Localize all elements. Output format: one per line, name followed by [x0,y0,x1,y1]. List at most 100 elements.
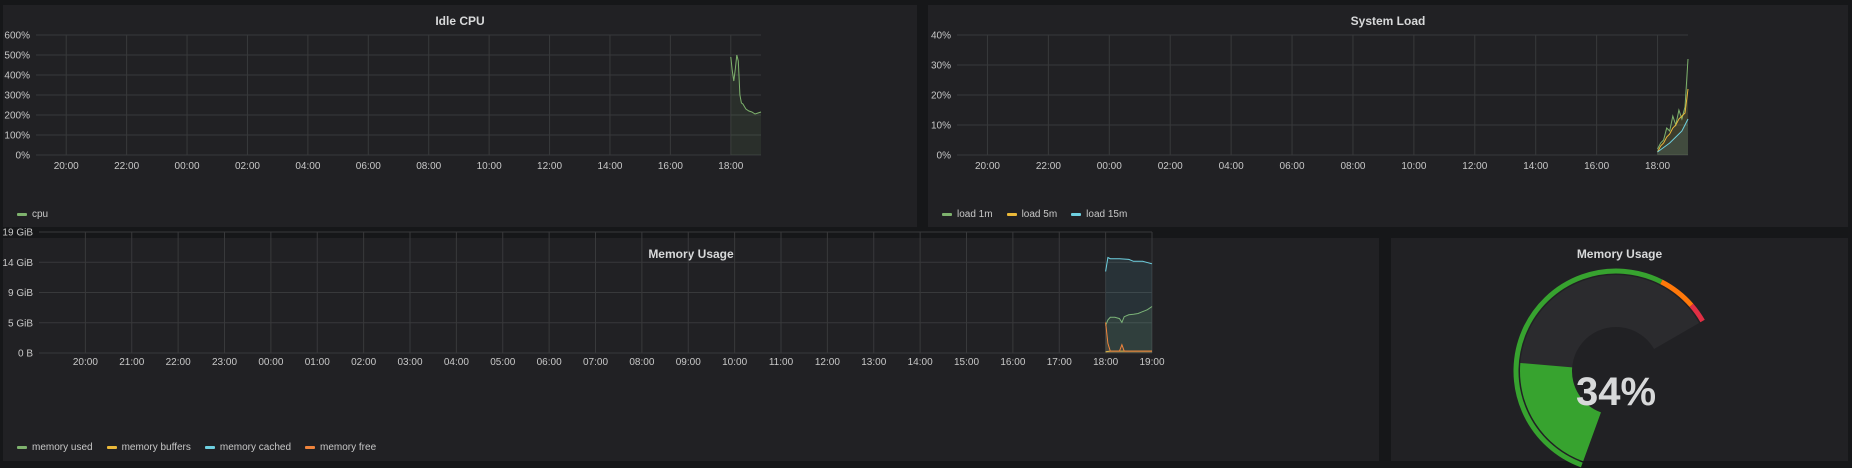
series-area [1105,257,1152,353]
legend-item[interactable]: load 15m [1071,209,1127,220]
x-tick-label: 04:00 [1219,161,1244,172]
y-tick-label: 0% [16,151,31,162]
x-tick-label: 13:00 [861,357,886,368]
x-tick-label: 09:00 [676,357,701,368]
x-tick-label: 01:00 [305,357,330,368]
idle-cpu-chart[interactable]: 0% 100% 200% 300% 400% 500% 600% 20:00 22:00 00:0… [3,5,917,227]
x-tick-label: 03:00 [397,357,422,368]
x-tick-label: 06:00 [1280,161,1305,172]
x-tick-label: 10:00 [722,357,747,368]
legend-swatch [17,446,27,449]
idle-cpu-panel: Idle CPU 0% 100% 200% 300% 400% 500% 600% 20:00… [3,5,917,227]
x-tick-label: 00:00 [175,161,200,172]
legend-label: load 5m [1021,209,1058,220]
memory-gauge-panel: Memory Usage 34% [1391,238,1848,468]
y-tick-label: 500% [4,51,30,62]
x-tick-label: 22:00 [166,357,191,368]
chart-legend: memory used memory buffers memory cached me… [17,442,376,453]
y-tick-label: 300% [4,91,30,102]
x-tick-label: 19:00 [1139,357,1164,368]
memory-usage-panel: Memory Usage 0 B5 GiB 9 GiB 14 GiB 19 GiB 20… [2,228,1379,461]
x-tick-label: 16:00 [658,161,683,172]
legend-item[interactable]: load 5m [1006,209,1058,220]
legend-swatch [305,446,316,449]
legend-label: memory used [32,442,93,453]
legend-label: memory free [320,442,377,453]
x-tick-label: 17:00 [1047,357,1072,368]
legend-swatch [204,446,215,449]
x-tick-label: 02:00 [351,357,376,368]
x-tick-label: 21:00 [119,357,144,368]
y-tick-label: 400% [4,71,30,82]
x-tick-label: 04:00 [444,357,469,368]
x-tick-label: 18:00 [1093,357,1118,368]
x-tick-label: 22:00 [1036,161,1061,172]
x-tick-label: 18:00 [1645,161,1670,172]
x-tick-label: 16:00 [1584,161,1609,172]
x-tick-label: 12:00 [815,357,840,368]
legend-label: cpu [32,209,49,220]
legend-swatch [17,213,27,216]
legend-item[interactable]: memory buffers [106,442,191,453]
y-tick-label: 0% [937,151,952,162]
x-tick-label: 20:00 [975,161,1000,172]
legend-item[interactable]: memory used [17,442,93,453]
y-tick-label: 600% [4,31,30,42]
x-tick-label: 10:00 [477,161,502,172]
legend-swatch [1006,213,1017,216]
x-tick-label: 00:00 [1097,161,1122,172]
legend-label: memory cached [219,442,292,453]
x-tick-label: 16:00 [1000,357,1025,368]
x-tick-label: 05:00 [490,357,515,368]
legend-swatch [1071,213,1082,216]
y-tick-label: 200% [4,111,30,122]
x-tick-label: 12:00 [537,161,562,172]
chart-legend: load 1m load 5m load 15m [942,209,1127,220]
x-tick-label: 06:00 [356,161,381,172]
x-tick-label: 14:00 [1523,161,1548,172]
x-tick-label: 11:00 [769,357,794,368]
x-tick-label: 02:00 [235,161,260,172]
legend-label: load 15m [1086,209,1128,220]
system-load-panel: System Load 0% 10% 20% 30% 40% 20:00 22:00 00:0… [928,5,1848,227]
y-tick-label: 9 GiB [8,288,33,299]
x-tick-label: 23:00 [212,357,237,368]
y-tick-label: 19 GiB [2,228,33,239]
y-tick-label: 0 B [18,349,33,360]
memory-usage-chart[interactable]: 0 B 5 GiB 9 GiB 14 GiB 19 GiB 20:00 21:00 22:00… [2,228,1379,461]
legend-label: load 1m [957,209,993,220]
x-tick-label: 10:00 [1401,161,1426,172]
x-tick-label: 06:00 [537,357,562,368]
legend-item[interactable]: memory free [305,442,376,453]
gauge-value: 34% [1576,370,1656,414]
x-tick-label: 04:00 [295,161,320,172]
x-tick-label: 18:00 [718,161,743,172]
x-tick-label: 22:00 [114,161,139,172]
legend-label: memory buffers [121,442,191,453]
x-tick-label: 00:00 [258,357,283,368]
x-tick-label: 20:00 [73,357,98,368]
x-tick-label: 08:00 [629,357,654,368]
y-tick-label: 30% [931,61,951,72]
x-tick-label: 14:00 [908,357,933,368]
y-tick-label: 40% [931,31,951,42]
system-load-chart[interactable]: 0% 10% 20% 30% 40% 20:00 22:00 00:00 02:00 04:00 0… [928,5,1848,227]
y-tick-label: 10% [931,121,951,132]
legend-item[interactable]: load 1m [942,209,993,220]
y-tick-label: 20% [931,91,951,102]
x-tick-label: 14:00 [597,161,622,172]
x-tick-label: 15:00 [954,357,979,368]
y-tick-label: 100% [4,131,30,142]
legend-item[interactable]: memory cached [204,442,292,453]
legend-swatch [942,213,952,216]
chart-legend: cpu [17,209,48,220]
legend-swatch [106,446,117,449]
x-tick-label: 08:00 [1340,161,1365,172]
x-tick-label: 02:00 [1158,161,1183,172]
x-tick-label: 07:00 [583,357,608,368]
x-tick-label: 20:00 [54,161,79,172]
y-tick-label: 5 GiB [8,318,33,329]
y-tick-label: 14 GiB [2,258,33,269]
legend-item[interactable]: cpu [17,209,48,220]
memory-gauge: 34% [1513,268,1705,468]
